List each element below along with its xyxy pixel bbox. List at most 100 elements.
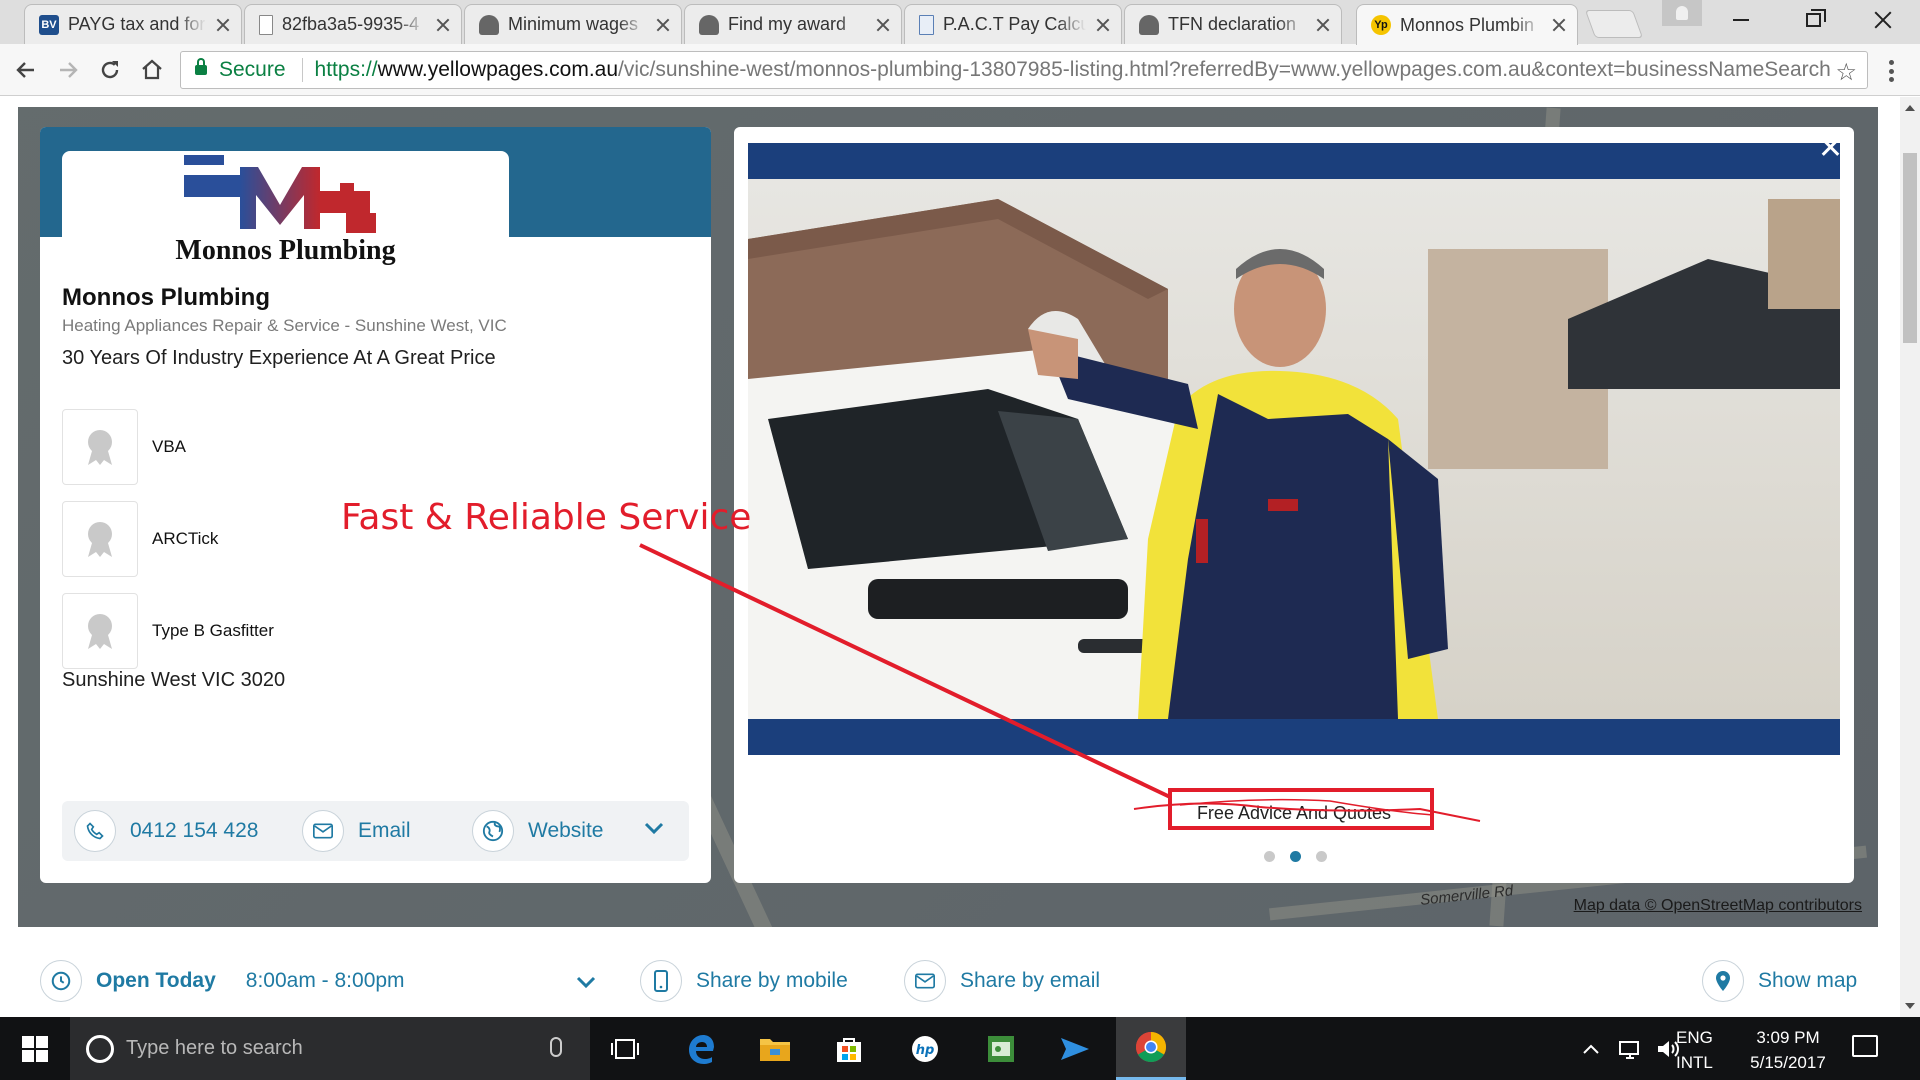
chrome-icon <box>1135 1032 1167 1063</box>
tab-close-icon[interactable] <box>435 17 451 33</box>
reload-button[interactable] <box>92 52 128 88</box>
business-category[interactable]: Heating Appliances Repair & Service - Su… <box>62 316 507 336</box>
page-scrollbar[interactable] <box>1900 97 1920 1017</box>
email-button[interactable]: Email <box>302 810 411 852</box>
tab-title: Monnos Plumbin <box>1400 14 1535 35</box>
globe-icon <box>472 810 514 852</box>
store-taskbar-button[interactable] <box>814 1017 884 1080</box>
tab-tfn-declaration[interactable]: TFN declaration <box>1124 4 1342 44</box>
close-window-button[interactable] <box>1846 0 1920 40</box>
chrome-taskbar-button[interactable] <box>1116 1017 1186 1080</box>
taskbar-search[interactable]: Type here to search <box>70 1017 590 1080</box>
award-ribbon-icon <box>88 522 112 557</box>
open-today-label: Open Today <box>96 969 216 992</box>
tab-pact-pay-calculator[interactable]: P.A.C.T Pay Calcu <box>904 4 1122 44</box>
call-button[interactable]: 0412 154 428 <box>74 810 258 852</box>
phone-number: 0412 154 428 <box>130 819 259 842</box>
browser-menu-icon[interactable] <box>1888 60 1894 82</box>
logo-wordmark: Monnos Plumbing <box>175 235 396 266</box>
profile-icon[interactable] <box>1662 0 1702 26</box>
language-code: ENG <box>1676 1028 1713 1047</box>
edge-taskbar-button[interactable] <box>666 1017 736 1080</box>
url-path: /vic/sunshine-west/monnos-plumbing-13807… <box>618 58 1831 81</box>
coat-of-arms-icon <box>479 14 499 35</box>
file-explorer-button[interactable] <box>740 1017 810 1080</box>
tab-payg[interactable]: BV PAYG tax and for <box>24 4 242 44</box>
keyboard-layout: INTL <box>1676 1053 1713 1072</box>
scroll-up-arrow-icon[interactable] <box>1905 105 1915 111</box>
accreditation-badge <box>62 409 138 485</box>
tab-close-icon[interactable] <box>215 17 231 33</box>
accreditation-badge <box>62 593 138 669</box>
tab-title: Minimum wages <box>508 14 639 34</box>
tab-document[interactable]: 82fba3a5-9935-4 <box>244 4 462 44</box>
listing-info-bar: Open Today 8:00am - 8:00pm Share by mobi… <box>0 947 1900 1017</box>
coat-of-arms-icon <box>1139 14 1159 35</box>
chevron-down-icon[interactable] <box>644 821 664 835</box>
back-button[interactable] <box>8 52 44 88</box>
url-host: www.yellowpages.com.au <box>377 58 619 81</box>
browser-toolbar: Secure https://www.yellowpages.com.au/vi… <box>0 44 1920 96</box>
tab-close-icon[interactable] <box>655 17 671 33</box>
reload-icon <box>101 61 119 79</box>
minimize-button[interactable] <box>1704 0 1778 40</box>
bookmark-star-icon[interactable]: ☆ <box>1835 58 1857 87</box>
tab-monnos-plumbing[interactable]: Yp Monnos Plumbin <box>1356 4 1578 45</box>
url-text[interactable]: https://www.yellowpages.com.au/vic/sunsh… <box>315 58 1867 82</box>
start-button[interactable] <box>0 1017 70 1080</box>
tab-title: Find my award <box>728 14 847 34</box>
show-map-button[interactable]: Show map <box>1702 959 1857 1003</box>
gallery-dot[interactable] <box>1264 851 1275 862</box>
share-by-mobile-label: Share by mobile <box>696 969 848 992</box>
accreditation-item: Type B Gasfitter <box>62 593 662 669</box>
task-view-button[interactable] <box>590 1017 660 1080</box>
opening-hours[interactable]: Open Today 8:00am - 8:00pm <box>40 959 405 1003</box>
microphone-icon[interactable] <box>550 1037 562 1057</box>
tab-close-icon[interactable] <box>1315 17 1331 33</box>
tab-minimum-wages[interactable]: Minimum wages <box>464 4 682 44</box>
send-app-button[interactable] <box>1040 1017 1110 1080</box>
doc-icon <box>259 14 273 35</box>
bv-favicon-icon: BV <box>39 14 59 35</box>
restore-button[interactable] <box>1776 0 1850 40</box>
share-by-email-button[interactable]: Share by email <box>904 959 1100 1003</box>
photo-gallery: Free Advice And Quotes <box>734 127 1854 883</box>
scroll-thumb[interactable] <box>1903 153 1917 343</box>
scroll-down-arrow-icon[interactable] <box>1905 1003 1915 1009</box>
tab-close-icon[interactable] <box>1551 17 1567 33</box>
gallery-dot-active[interactable] <box>1290 851 1301 862</box>
show-map-label: Show map <box>1758 969 1858 992</box>
mail-icon <box>904 960 946 1002</box>
gallery-image[interactable] <box>748 143 1840 755</box>
forward-button[interactable] <box>50 52 86 88</box>
tab-find-my-award[interactable]: Find my award <box>684 4 902 44</box>
chevron-up-icon[interactable] <box>1582 1043 1600 1055</box>
chevron-down-icon[interactable] <box>576 975 596 989</box>
gallery-pagination <box>1264 851 1327 862</box>
new-tab-button[interactable] <box>1584 10 1644 38</box>
close-icon <box>1821 138 1839 156</box>
home-button[interactable] <box>134 52 170 88</box>
network-icon[interactable] <box>1618 1038 1644 1060</box>
share-by-mobile-button[interactable]: Share by mobile <box>640 959 848 1003</box>
accreditation-item: VBA <box>62 409 662 485</box>
hp-app-button[interactable]: hp <box>890 1017 960 1080</box>
gallery-dot[interactable] <box>1316 851 1327 862</box>
website-button[interactable]: Website <box>472 810 603 852</box>
action-center-icon[interactable] <box>1852 1035 1878 1057</box>
map-attribution-link[interactable]: Map data © OpenStreetMap contributors <box>1574 897 1862 915</box>
website-label: Website <box>528 819 604 842</box>
yp-favicon-icon: Yp <box>1371 15 1391 35</box>
taskbar-clock[interactable]: 3:09 PM 5/15/2017 <box>1738 1025 1838 1075</box>
tab-strip: BV PAYG tax and for 82fba3a5-9935-4 Mini… <box>0 0 1920 45</box>
gallery-close-button[interactable] <box>1816 133 1844 161</box>
tab-close-icon[interactable] <box>1095 17 1111 33</box>
input-language-indicator[interactable]: ENG INTL <box>1676 1025 1713 1075</box>
accreditation-label: Type B Gasfitter <box>152 621 274 640</box>
clock-time: 3:09 PM <box>1756 1028 1820 1047</box>
tab-title: PAYG tax and for <box>68 14 206 34</box>
send-arrow-icon <box>1061 1037 1089 1060</box>
green-app-button[interactable] <box>966 1017 1036 1080</box>
tab-close-icon[interactable] <box>875 17 891 33</box>
address-bar[interactable]: Secure https://www.yellowpages.com.au/vi… <box>180 51 1868 89</box>
